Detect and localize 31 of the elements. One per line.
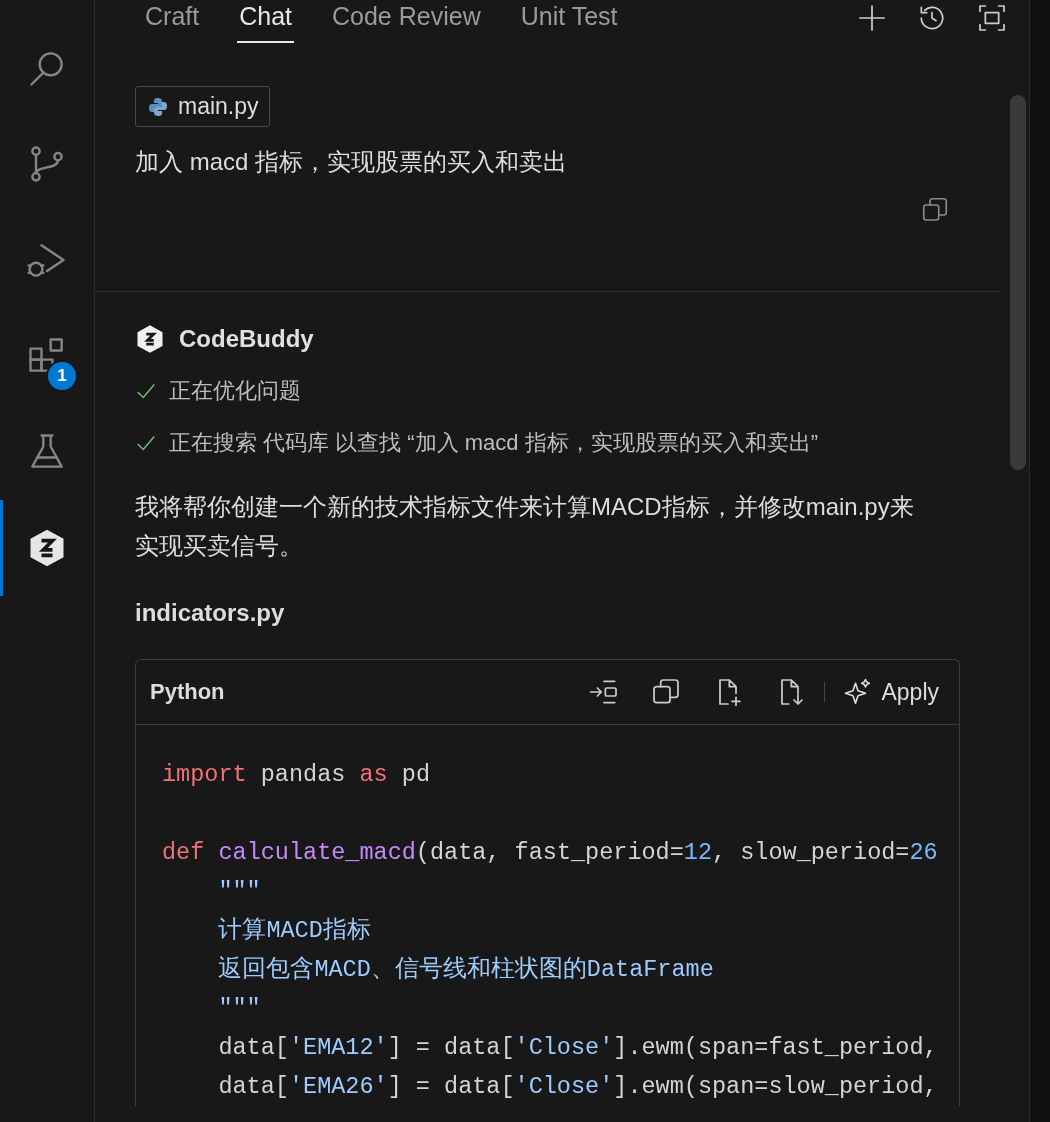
codebuddy-logo-icon bbox=[135, 324, 165, 355]
maximize-icon bbox=[976, 2, 1008, 34]
python-icon bbox=[148, 96, 168, 117]
file-attachment-chip[interactable]: main.py bbox=[135, 86, 270, 127]
user-message: 加入 macd 指标，实现股票的买入和卖出 bbox=[135, 147, 569, 177]
code-line: data['EMA12'] = data['Close'].ewm(span=fast_period, bbox=[217, 1033, 939, 1064]
new-chat-button[interactable] bbox=[856, 2, 888, 34]
progress-step: 正在优化问题 bbox=[169, 376, 301, 407]
panel-tab[interactable]: Craft bbox=[143, 0, 202, 43]
code-line: 计算MACD指标 bbox=[217, 916, 372, 947]
panel-tab[interactable]: Unit Test bbox=[518, 0, 620, 43]
extensions-tab[interactable]: 1 bbox=[0, 308, 94, 404]
code-line: data['EMA26'] = data['Close'].ewm(span=slow_period, bbox=[217, 1072, 939, 1103]
code-line: import pandas as pd bbox=[162, 760, 431, 791]
plus-icon bbox=[856, 2, 888, 34]
apply-button[interactable]: Apply bbox=[843, 677, 939, 708]
assistant-reply: 我将帮你创建一个新的技术指标文件来计算MACD指标，并修改main.py来实现买卖信号。 bbox=[135, 492, 915, 561]
assistant-name: CodeBuddy bbox=[179, 325, 314, 354]
code-line: def calculate_macd(data, fast_period=12, slow_period=26 bbox=[162, 838, 939, 869]
code-line: """ bbox=[217, 877, 262, 908]
code-line: 返回包含MACD、信号线和柱状图的DataFrame bbox=[217, 955, 715, 986]
code-line: """ bbox=[217, 994, 262, 1025]
file-name: main.py bbox=[178, 93, 259, 120]
maximize-button[interactable] bbox=[976, 2, 1008, 34]
scrollbar[interactable] bbox=[1010, 95, 1026, 470]
notification-badge: 1 bbox=[46, 360, 78, 392]
language-label: Python bbox=[150, 679, 226, 706]
panel-tab[interactable]: Code Review bbox=[330, 0, 483, 43]
progress-step: 正在搜索 代码库 以查找 “加入 macd 指标，实现股票的买入和卖出” bbox=[169, 428, 818, 459]
file-title: indicators.py bbox=[135, 599, 286, 628]
panel-tab[interactable]: Chat bbox=[237, 0, 294, 43]
